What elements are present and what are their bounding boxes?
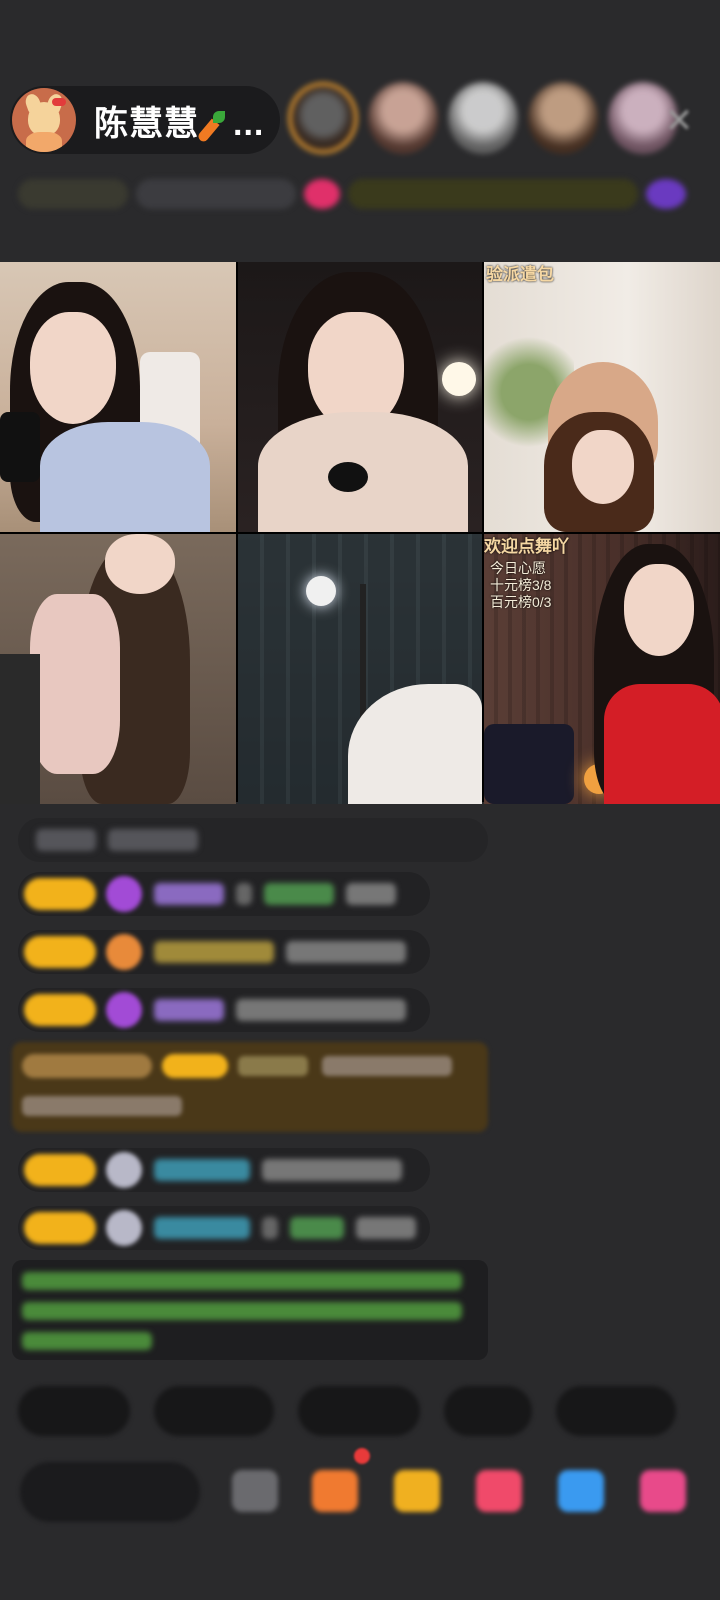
heart-icon[interactable]: [476, 1470, 522, 1512]
viewer-avatar[interactable]: [368, 82, 438, 154]
video-tile-4[interactable]: [0, 534, 236, 804]
balloon-icon: [106, 934, 142, 970]
level-badge: [24, 878, 96, 910]
level-badge: [24, 1212, 96, 1244]
avatar-body: [26, 132, 62, 152]
quick-reply-chip[interactable]: [298, 1386, 420, 1436]
heat-chip[interactable]: [304, 179, 340, 209]
chat-system-message: [18, 818, 488, 862]
purple-chip[interactable]: [646, 179, 686, 209]
avatar-icon: [106, 1210, 142, 1246]
quick-reply-chip[interactable]: [556, 1386, 676, 1436]
level-badge: [24, 994, 96, 1026]
tile-6-line-3: 百元榜0/3: [490, 594, 552, 610]
gift-box-icon[interactable]: [312, 1470, 358, 1512]
video-grid: 验派遣包 欢迎点舞吖 今日心愿 十元榜3/8 百元榜0/3: [0, 262, 720, 804]
host-name-ellipsis: ...: [233, 104, 265, 143]
host-info-pill[interactable]: 陈慧慧...: [10, 86, 280, 154]
quick-reply-chip[interactable]: [18, 1386, 130, 1436]
level-badge: [24, 1154, 96, 1186]
chat-message[interactable]: [18, 1148, 430, 1192]
chat-message[interactable]: [18, 1206, 430, 1250]
gift-icon[interactable]: [640, 1470, 686, 1512]
video-tile-2[interactable]: [238, 262, 482, 532]
tile-6-banner: 欢迎点舞吖: [484, 537, 569, 556]
gem-icon: [106, 992, 142, 1028]
avatar-face: [28, 102, 60, 136]
avatar-bow: [52, 98, 66, 106]
video-tile-3[interactable]: 验派遣包: [484, 262, 720, 532]
viewer-avatar[interactable]: [528, 82, 598, 154]
treasure-icon[interactable]: [394, 1470, 440, 1512]
chat-message[interactable]: [18, 930, 430, 974]
tile-6-line-2: 十元榜3/8: [490, 577, 552, 593]
video-tile-1[interactable]: [0, 262, 236, 532]
quick-reply-chip[interactable]: [154, 1386, 274, 1436]
level-badge: [24, 936, 96, 968]
notification-dot: [354, 1448, 370, 1464]
promo-message[interactable]: [12, 1042, 488, 1132]
host-name: 陈慧慧...: [94, 96, 264, 145]
activity-chip[interactable]: [348, 179, 638, 209]
video-tile-5[interactable]: [238, 534, 482, 804]
rank-chip[interactable]: [18, 179, 128, 209]
chat-message[interactable]: [18, 872, 430, 916]
tile-6-line-1: 今日心愿: [490, 560, 546, 576]
viewer-avatar-list: [288, 82, 678, 154]
tile-3-banner: 验派遣包: [486, 265, 554, 284]
chat-message[interactable]: [18, 988, 430, 1032]
quick-reply-row: [18, 1386, 676, 1436]
game-icon[interactable]: [558, 1470, 604, 1512]
room-info-bar[interactable]: [18, 172, 688, 216]
close-icon[interactable]: ✕: [662, 102, 696, 140]
carrot-icon: [196, 110, 227, 143]
avatar-icon: [106, 1152, 142, 1188]
host-avatar[interactable]: [12, 88, 76, 152]
quick-reply-chip[interactable]: [444, 1386, 532, 1436]
emoji-icon[interactable]: [232, 1470, 278, 1512]
announcement-message: [12, 1260, 488, 1360]
viewer-avatar[interactable]: [288, 82, 358, 154]
chat-input[interactable]: [20, 1462, 200, 1522]
host-name-text: 陈慧慧: [94, 104, 199, 143]
gem-icon: [106, 876, 142, 912]
video-tile-6[interactable]: 欢迎点舞吖 今日心愿 十元榜3/8 百元榜0/3: [484, 534, 720, 804]
fans-chip[interactable]: [136, 179, 296, 209]
viewer-avatar[interactable]: [448, 82, 518, 154]
